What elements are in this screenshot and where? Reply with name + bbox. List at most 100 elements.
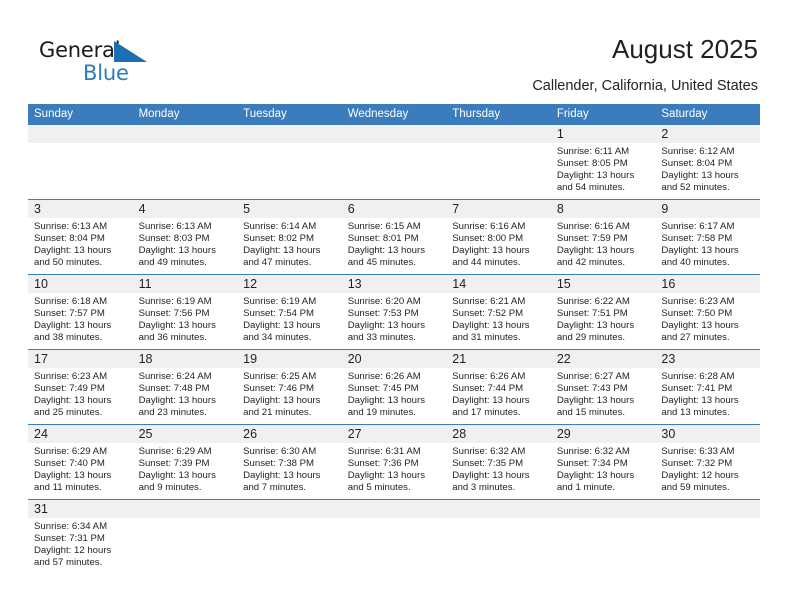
- calendar-day-cell[interactable]: 7 Sunrise: 6:16 AM Sunset: 8:00 PM Daylight…: [446, 200, 551, 274]
- calendar-day-cell[interactable]: 3 Sunrise: 6:13 AM Sunset: 8:04 PM Daylight…: [28, 200, 133, 274]
- calendar-day-cell[interactable]: 18 Sunrise: 6:24 AM Sunset: 7:48 PM Dayligh…: [132, 350, 238, 424]
- day-number: 17: [28, 350, 133, 368]
- calendar-empty-cell: [237, 125, 342, 199]
- calendar-day-cell[interactable]: 11 Sunrise: 6:19 AM Sunset: 7:56 PM Dayligh…: [132, 275, 238, 349]
- daylight-text-line1: Daylight: 13 hours: [34, 245, 112, 257]
- calendar-day-cell[interactable]: 13 Sunrise: 6:20 AM Sunset: 7:53 PM Dayligh…: [341, 275, 447, 349]
- calendar-empty-cell: [132, 125, 238, 199]
- day-sun-info: Sunrise: 6:17 AM Sunset: 7:58 PM Daylight:…: [655, 218, 760, 269]
- page-subtitle-location: Callender, California, United States: [532, 78, 758, 94]
- calendar-day-cell[interactable]: 19 Sunrise: 6:25 AM Sunset: 7:46 PM Dayligh…: [237, 350, 342, 424]
- calendar-week-row: 31 Sunrise: 6:34 AM Sunset: 7:31 PM Dayligh…: [28, 500, 760, 582]
- calendar-week-row: 17 Sunrise: 6:23 AM Sunset: 7:49 PM Dayligh…: [28, 350, 760, 425]
- calendar-day-cell[interactable]: 23 Sunrise: 6:28 AM Sunset: 7:41 PM Dayligh…: [655, 350, 760, 424]
- calendar-page: General Blue August 2025 Callender, Cali…: [0, 0, 792, 612]
- daylight-text-line1: Daylight: 13 hours: [34, 470, 112, 482]
- calendar-day-cell[interactable]: 28 Sunrise: 6:32 AM Sunset: 7:35 PM Dayligh…: [446, 425, 551, 499]
- sunrise-text: Sunrise: 6:25 AM: [243, 371, 317, 382]
- daylight-text-line2: and 36 minutes.: [138, 332, 207, 344]
- calendar-day-cell[interactable]: 9 Sunrise: 6:17 AM Sunset: 7:58 PM Daylight…: [655, 200, 760, 274]
- sunrise-text: Sunrise: 6:21 AM: [452, 296, 526, 307]
- daylight-text-line2: and 19 minutes.: [347, 407, 416, 419]
- day-sun-info: Sunrise: 6:23 AM Sunset: 7:50 PM Daylight:…: [655, 293, 760, 344]
- calendar-day-cell[interactable]: 27 Sunrise: 6:31 AM Sunset: 7:36 PM Dayligh…: [341, 425, 447, 499]
- day-sun-info: Sunrise: 6:16 AM Sunset: 8:00 PM Daylight:…: [446, 218, 551, 269]
- daylight-text-line2: and 54 minutes.: [556, 182, 626, 194]
- daylight-text-line1: Daylight: 13 hours: [34, 395, 112, 407]
- daylight-text-line2: and 31 minutes.: [452, 332, 521, 344]
- sunrise-text: Sunrise: 6:19 AM: [138, 296, 212, 307]
- sunrise-text: Sunrise: 6:29 AM: [138, 446, 212, 457]
- daylight-text-line2: and 34 minutes.: [243, 332, 312, 344]
- sunrise-text: Sunrise: 6:13 AM: [34, 221, 108, 232]
- logo-text-blue: Blue: [83, 61, 129, 85]
- weekday-header-friday: Friday: [556, 108, 589, 120]
- calendar-day-cell[interactable]: 6 Sunrise: 6:15 AM Sunset: 8:01 PM Daylight…: [341, 200, 447, 274]
- calendar-day-cell[interactable]: 22 Sunrise: 6:27 AM Sunset: 7:43 PM Dayligh…: [550, 350, 656, 424]
- calendar-day-cell[interactable]: 4 Sunrise: 6:13 AM Sunset: 8:03 PM Daylight…: [132, 200, 238, 274]
- day-number: 30: [655, 425, 760, 443]
- daylight-text-line1: Daylight: 13 hours: [556, 320, 635, 332]
- daylight-text-line2: and 42 minutes.: [556, 257, 626, 269]
- sunset-text: Sunset: 8:04 PM: [34, 233, 105, 245]
- calendar-day-cell[interactable]: 8 Sunrise: 6:16 AM Sunset: 7:59 PM Daylight…: [550, 200, 656, 274]
- daylight-text-line2: and 21 minutes.: [243, 407, 312, 419]
- sunrise-text: Sunrise: 6:11 AM: [556, 146, 630, 157]
- calendar-day-cell[interactable]: 29 Sunrise: 6:32 AM Sunset: 7:34 PM Dayligh…: [550, 425, 656, 499]
- calendar-day-cell[interactable]: 20 Sunrise: 6:26 AM Sunset: 7:45 PM Dayligh…: [341, 350, 447, 424]
- calendar-day-cell[interactable]: 1 Sunrise: 6:11 AM Sunset: 8:05 PM Daylight…: [550, 125, 656, 199]
- daylight-text-line2: and 57 minutes.: [34, 557, 103, 569]
- sunset-text: Sunset: 7:56 PM: [138, 308, 210, 320]
- calendar-empty-cell: [132, 500, 238, 582]
- daylight-text-line2: and 11 minutes.: [34, 482, 102, 494]
- sunset-text: Sunset: 7:50 PM: [661, 308, 733, 320]
- day-sun-info: Sunrise: 6:30 AM Sunset: 7:38 PM Daylight:…: [237, 443, 342, 494]
- day-number: 4: [132, 200, 238, 218]
- calendar-day-cell[interactable]: 21 Sunrise: 6:26 AM Sunset: 7:44 PM Dayligh…: [446, 350, 551, 424]
- calendar-empty-cell: [237, 500, 342, 582]
- day-sun-info: Sunrise: 6:26 AM Sunset: 7:45 PM Daylight:…: [342, 368, 447, 419]
- day-number: 6: [341, 200, 447, 218]
- daylight-text-line1: Daylight: 13 hours: [452, 395, 530, 407]
- daylight-text-line2: and 40 minutes.: [661, 257, 730, 269]
- logo-text-general: General: [39, 38, 121, 62]
- daylight-text-line2: and 29 minutes.: [556, 332, 626, 344]
- calendar-day-cell[interactable]: 5 Sunrise: 6:14 AM Sunset: 8:02 PM Daylight…: [237, 200, 342, 274]
- calendar-day-cell[interactable]: 31 Sunrise: 6:34 AM Sunset: 7:31 PM Dayligh…: [28, 500, 133, 582]
- sunset-text: Sunset: 7:38 PM: [243, 458, 315, 470]
- sunset-text: Sunset: 7:40 PM: [34, 458, 105, 470]
- day-number: 16: [655, 275, 760, 293]
- calendar-day-cell[interactable]: 26 Sunrise: 6:30 AM Sunset: 7:38 PM Dayligh…: [237, 425, 342, 499]
- day-number: 27: [341, 425, 447, 443]
- calendar-day-cell[interactable]: 15 Sunrise: 6:22 AM Sunset: 7:51 PM Dayligh…: [550, 275, 656, 349]
- weekday-header-tuesday: Tuesday: [243, 108, 287, 120]
- sunrise-text: Sunrise: 6:16 AM: [556, 221, 630, 232]
- calendar-weeks: 1 Sunrise: 6:11 AM Sunset: 8:05 PM Daylight…: [28, 125, 760, 582]
- daylight-text-line1: Daylight: 13 hours: [138, 320, 216, 332]
- daylight-text-line1: Daylight: 13 hours: [347, 245, 426, 257]
- calendar-day-cell[interactable]: 24 Sunrise: 6:29 AM Sunset: 7:40 PM Dayligh…: [28, 425, 133, 499]
- general-blue-logo[interactable]: General Blue: [39, 38, 169, 90]
- calendar-day-cell[interactable]: 30 Sunrise: 6:33 AM Sunset: 7:32 PM Dayligh…: [655, 425, 760, 499]
- day-number: [446, 500, 551, 518]
- sunset-text: Sunset: 7:43 PM: [556, 383, 628, 395]
- sunset-text: Sunset: 7:52 PM: [452, 308, 524, 320]
- calendar-day-cell[interactable]: 17 Sunrise: 6:23 AM Sunset: 7:49 PM Dayligh…: [28, 350, 133, 424]
- sunrise-text: Sunrise: 6:23 AM: [661, 296, 735, 307]
- calendar-day-cell[interactable]: 16 Sunrise: 6:23 AM Sunset: 7:50 PM Dayligh…: [655, 275, 760, 349]
- calendar-day-cell[interactable]: 10 Sunrise: 6:18 AM Sunset: 7:57 PM Dayligh…: [28, 275, 133, 349]
- sunset-text: Sunset: 7:54 PM: [243, 308, 315, 320]
- calendar-day-cell[interactable]: 12 Sunrise: 6:19 AM Sunset: 7:54 PM Dayligh…: [237, 275, 342, 349]
- day-sun-info: Sunrise: 6:12 AM Sunset: 8:04 PM Daylight:…: [655, 143, 760, 194]
- daylight-text-line1: Daylight: 13 hours: [347, 470, 426, 482]
- day-number: 26: [237, 425, 342, 443]
- day-number: 3: [28, 200, 133, 218]
- calendar-day-cell[interactable]: 25 Sunrise: 6:29 AM Sunset: 7:39 PM Dayligh…: [132, 425, 238, 499]
- day-number: [28, 125, 133, 143]
- day-sun-info: Sunrise: 6:22 AM Sunset: 7:51 PM Daylight:…: [551, 293, 656, 344]
- day-number: 1: [550, 125, 656, 143]
- calendar-week-row: 1 Sunrise: 6:11 AM Sunset: 8:05 PM Daylight…: [28, 125, 760, 200]
- calendar-day-cell[interactable]: 14 Sunrise: 6:21 AM Sunset: 7:52 PM Dayligh…: [446, 275, 551, 349]
- calendar-day-cell[interactable]: 2 Sunrise: 6:12 AM Sunset: 8:04 PM Daylight…: [655, 125, 760, 199]
- day-sun-info: Sunrise: 6:13 AM Sunset: 8:04 PM Daylight:…: [28, 218, 133, 269]
